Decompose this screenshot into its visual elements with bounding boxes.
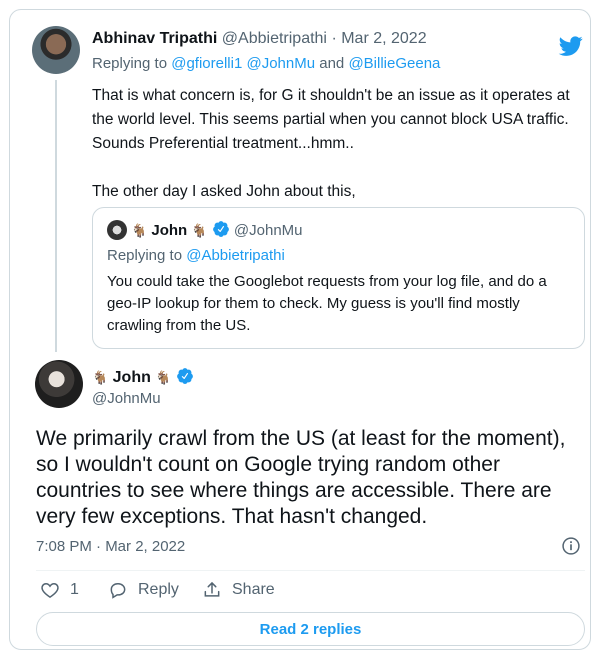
share-label: Share <box>232 581 275 598</box>
quoted-tweet[interactable]: 🐐 John 🐐 @JohnMu Replying to @Abbietripa… <box>92 207 585 349</box>
share-action[interactable]: Share <box>202 580 275 600</box>
header-separator: · <box>331 30 337 47</box>
parent-paragraph-2: The other day I asked John about this, <box>92 183 356 200</box>
twitter-bird-icon[interactable] <box>557 34 585 58</box>
tweet-embed-card: Abhinav Tripathi @Abbietripathi · Mar 2,… <box>9 9 591 650</box>
parent-tweet-header: Abhinav Tripathi @Abbietripathi · Mar 2,… <box>92 30 427 48</box>
goat-emoji-right: 🐐 <box>155 370 172 385</box>
replying-prefix: Replying to <box>92 55 168 72</box>
reply-bubble-icon <box>110 583 126 599</box>
quoted-replying-to[interactable]: @Abbietripathi <box>186 247 285 264</box>
goat-emoji-left: 🐐 <box>92 370 109 385</box>
tweet-date[interactable]: Mar 2, 2022 <box>341 30 426 47</box>
info-icon[interactable] <box>561 536 581 556</box>
thread-connector-line <box>55 80 57 352</box>
author-handle[interactable]: @Abbietripathi <box>222 30 327 47</box>
quoted-header: 🐐 John 🐐 @JohnMu <box>131 220 303 239</box>
main-tweet-header: 🐐 John 🐐 <box>92 367 194 387</box>
goat-emoji-right: 🐐 <box>191 223 208 238</box>
replying-and: and <box>319 55 345 72</box>
reply-label: Reply <box>138 581 179 598</box>
share-icon <box>204 581 220 597</box>
quoted-replying-prefix: Replying to <box>107 247 183 264</box>
main-author-name[interactable]: John <box>113 369 151 386</box>
replying-to-line: Replying to @gfiorelli1 @JohnMu and @Bil… <box>92 55 440 72</box>
verified-badge-icon <box>212 221 229 237</box>
tweet-timestamp[interactable]: 7:08 PM · Mar 2, 2022 <box>36 538 185 555</box>
quoted-replying-line: Replying to @Abbietripathi <box>107 247 285 264</box>
goat-emoji-left: 🐐 <box>131 223 148 238</box>
replying-to-links[interactable]: @gfiorelli1 @JohnMu <box>171 55 315 72</box>
parent-tweet-body: That is what concern is, for G it should… <box>92 84 592 204</box>
quoted-author-name: John <box>151 222 188 239</box>
parent-paragraph-1: That is what concern is, for G it should… <box>92 87 570 152</box>
like-count: 1 <box>70 581 79 598</box>
quoted-author-handle: @JohnMu <box>233 222 303 239</box>
like-action[interactable]: 1 <box>40 580 79 600</box>
divider <box>36 570 585 571</box>
quoted-avatar <box>107 220 127 240</box>
avatar-abhinav[interactable] <box>32 26 80 74</box>
reply-action[interactable]: Reply <box>108 580 179 600</box>
replying-to-last[interactable]: @BillieGeena <box>348 55 440 72</box>
read-replies-button[interactable]: Read 2 replies <box>36 612 585 646</box>
heart-icon <box>41 582 59 598</box>
main-tweet-body: We primarily crawl from the US (at least… <box>36 427 566 528</box>
main-author-handle[interactable]: @JohnMu <box>92 390 161 407</box>
verified-badge-icon <box>177 368 193 384</box>
author-name[interactable]: Abhinav Tripathi <box>92 30 217 47</box>
quoted-tweet-body: You could take the Googlebot requests fr… <box>107 273 547 334</box>
avatar-john[interactable] <box>35 360 83 408</box>
